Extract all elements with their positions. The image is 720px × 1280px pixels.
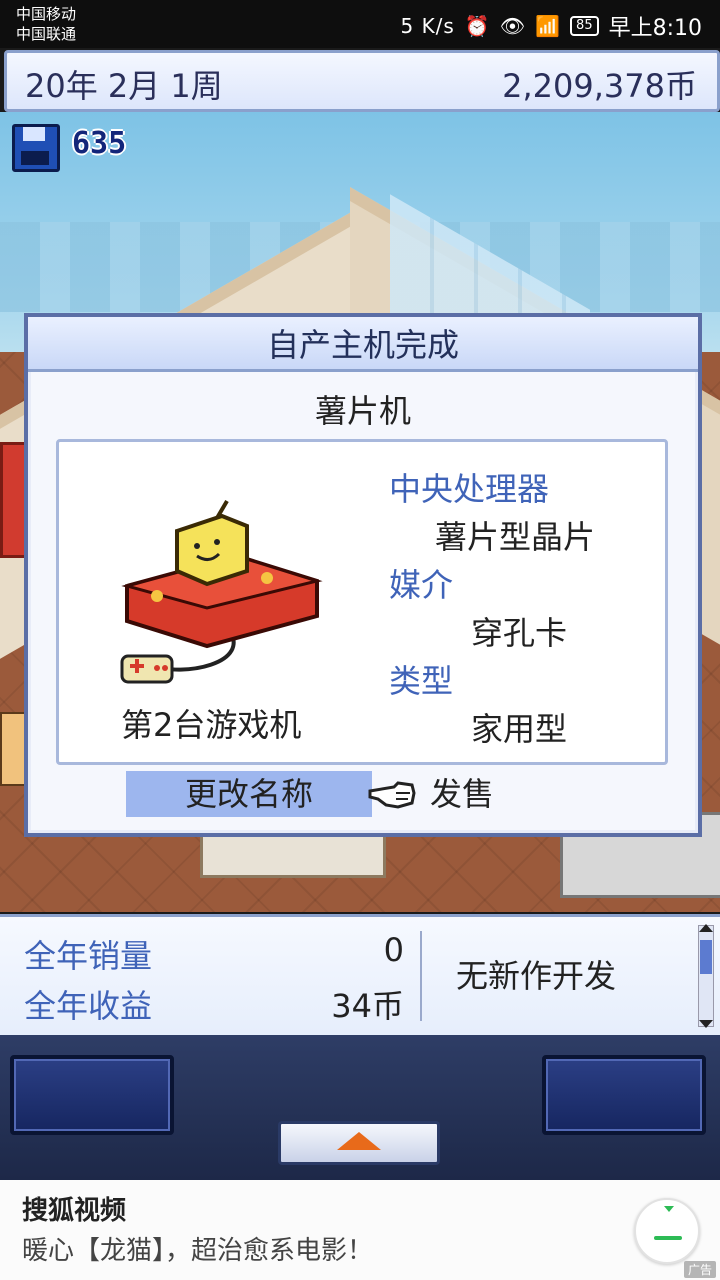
wifi-icon: 📶: [535, 14, 561, 38]
scroll-thumb[interactable]: [700, 940, 712, 974]
eye-icon: 👁: [499, 14, 526, 38]
news-text: 无新作开发: [456, 957, 617, 995]
save-count: 635: [72, 126, 127, 161]
news-scrollbar[interactable]: [698, 924, 714, 1028]
pointing-hand-icon: [368, 781, 416, 809]
clock: 早上8:10: [608, 16, 702, 41]
info-divider: [420, 931, 422, 1021]
console-complete-dialog: 自产主机完成 薯片机 第2台游戏机 中央处理器 薯片型晶片 媒介 穿孔卡 类型 …: [24, 313, 702, 837]
carrier-2: 中国联通: [16, 25, 77, 43]
ad-banner[interactable]: 搜狐视频 暖心【龙猫】，超治愈系电影！ 广告: [0, 1180, 720, 1280]
game-date: 20年 2月 1周: [25, 67, 223, 105]
expand-menu-button[interactable]: [278, 1121, 440, 1165]
status-icons: 5 K/s ⏰ 👁 📶 85 早上8:10: [400, 10, 702, 42]
control-bar: [0, 1035, 720, 1180]
console-sprite-icon: [120, 499, 323, 684]
status-bar: 中国移动 中国联通 5 K/s ⏰ 👁 📶 85 早上8:10: [0, 0, 720, 48]
carrier-info: 中国移动 中国联通: [16, 4, 76, 44]
alarm-icon: ⏰: [464, 14, 490, 38]
ad-tag: 广告: [683, 1261, 716, 1278]
media-value: 穿孔卡: [471, 614, 568, 652]
money-display: 2,209,378币: [502, 67, 697, 105]
annual-revenue-value: 34币: [331, 987, 404, 1025]
network-speed: 5 K/s: [400, 14, 455, 38]
console-name: 薯片机: [314, 392, 411, 430]
carrier-1: 中国移动: [16, 5, 77, 23]
dialog-title: 自产主机完成: [28, 317, 698, 372]
ad-text: 暖心【龙猫】，超治愈系电影！: [22, 1236, 374, 1266]
media-label: 媒介: [389, 566, 454, 604]
annual-info-panel: 全年销量 0 全年收益 34币 无新作开发: [0, 914, 720, 1038]
annual-sales-label: 全年销量: [24, 937, 153, 975]
game-top-bar: 20年 2月 1周 2,209,378币: [4, 50, 720, 112]
ad-title: 搜狐视频: [22, 1196, 127, 1226]
cpu-value: 薯片型晶片: [435, 518, 596, 556]
annual-revenue-label: 全年收益: [24, 987, 153, 1025]
type-label: 类型: [389, 662, 454, 700]
rename-button[interactable]: 更改名称: [126, 771, 372, 817]
type-value: 家用型: [471, 710, 568, 748]
annual-sales-value: 0: [383, 931, 404, 969]
console-ordinal-label: 第2台游戏机: [121, 706, 302, 744]
app-logo-icon[interactable]: [634, 1198, 700, 1264]
left-menu-button[interactable]: [10, 1055, 174, 1135]
console-details-panel: 第2台游戏机 中央处理器 薯片型晶片 媒介 穿孔卡 类型 家用型: [56, 439, 668, 765]
right-menu-button[interactable]: [542, 1055, 706, 1135]
cpu-label: 中央处理器: [389, 470, 550, 508]
scroll-down-icon[interactable]: [699, 1020, 713, 1028]
battery-icon: 85: [570, 16, 599, 36]
sell-button[interactable]: 发售: [430, 771, 494, 817]
scroll-up-icon[interactable]: [699, 924, 713, 932]
save-icon[interactable]: [12, 124, 60, 172]
